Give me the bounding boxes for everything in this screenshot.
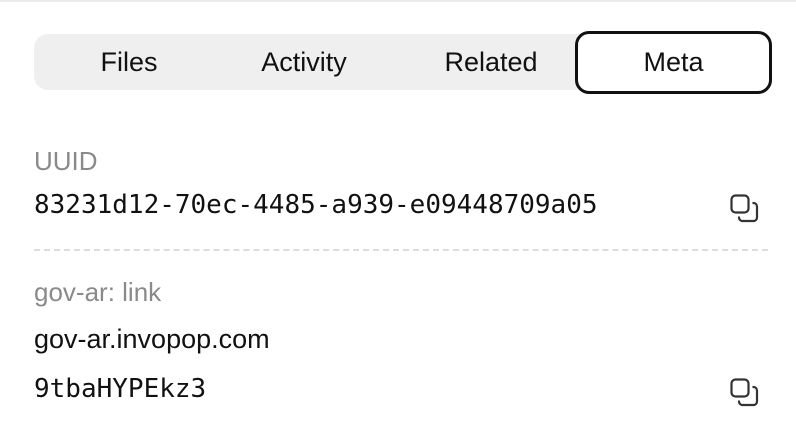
copy-icon: [730, 194, 759, 223]
copy-icon: [730, 378, 759, 407]
tab-activity[interactable]: Activity: [224, 34, 384, 90]
tab-bar: Files Activity Related Meta: [34, 31, 772, 94]
tab-related[interactable]: Related: [384, 34, 598, 90]
tab-meta[interactable]: Meta: [575, 31, 772, 94]
copy-gov-ar-button[interactable]: [726, 374, 762, 410]
uuid-label: UUID: [34, 146, 98, 176]
tab-files[interactable]: Files: [34, 34, 224, 90]
top-border: [0, 0, 796, 2]
uuid-value: 83231d12-70ec-4485-a939-e09448709a05: [34, 190, 598, 220]
gov-ar-label: gov-ar: link: [34, 277, 162, 307]
gov-ar-code: 9tbaHYPEkz3: [34, 374, 207, 404]
copy-uuid-button[interactable]: [726, 190, 762, 226]
gov-ar-domain: gov-ar.invopop.com: [34, 324, 270, 354]
section-divider: [34, 249, 768, 251]
